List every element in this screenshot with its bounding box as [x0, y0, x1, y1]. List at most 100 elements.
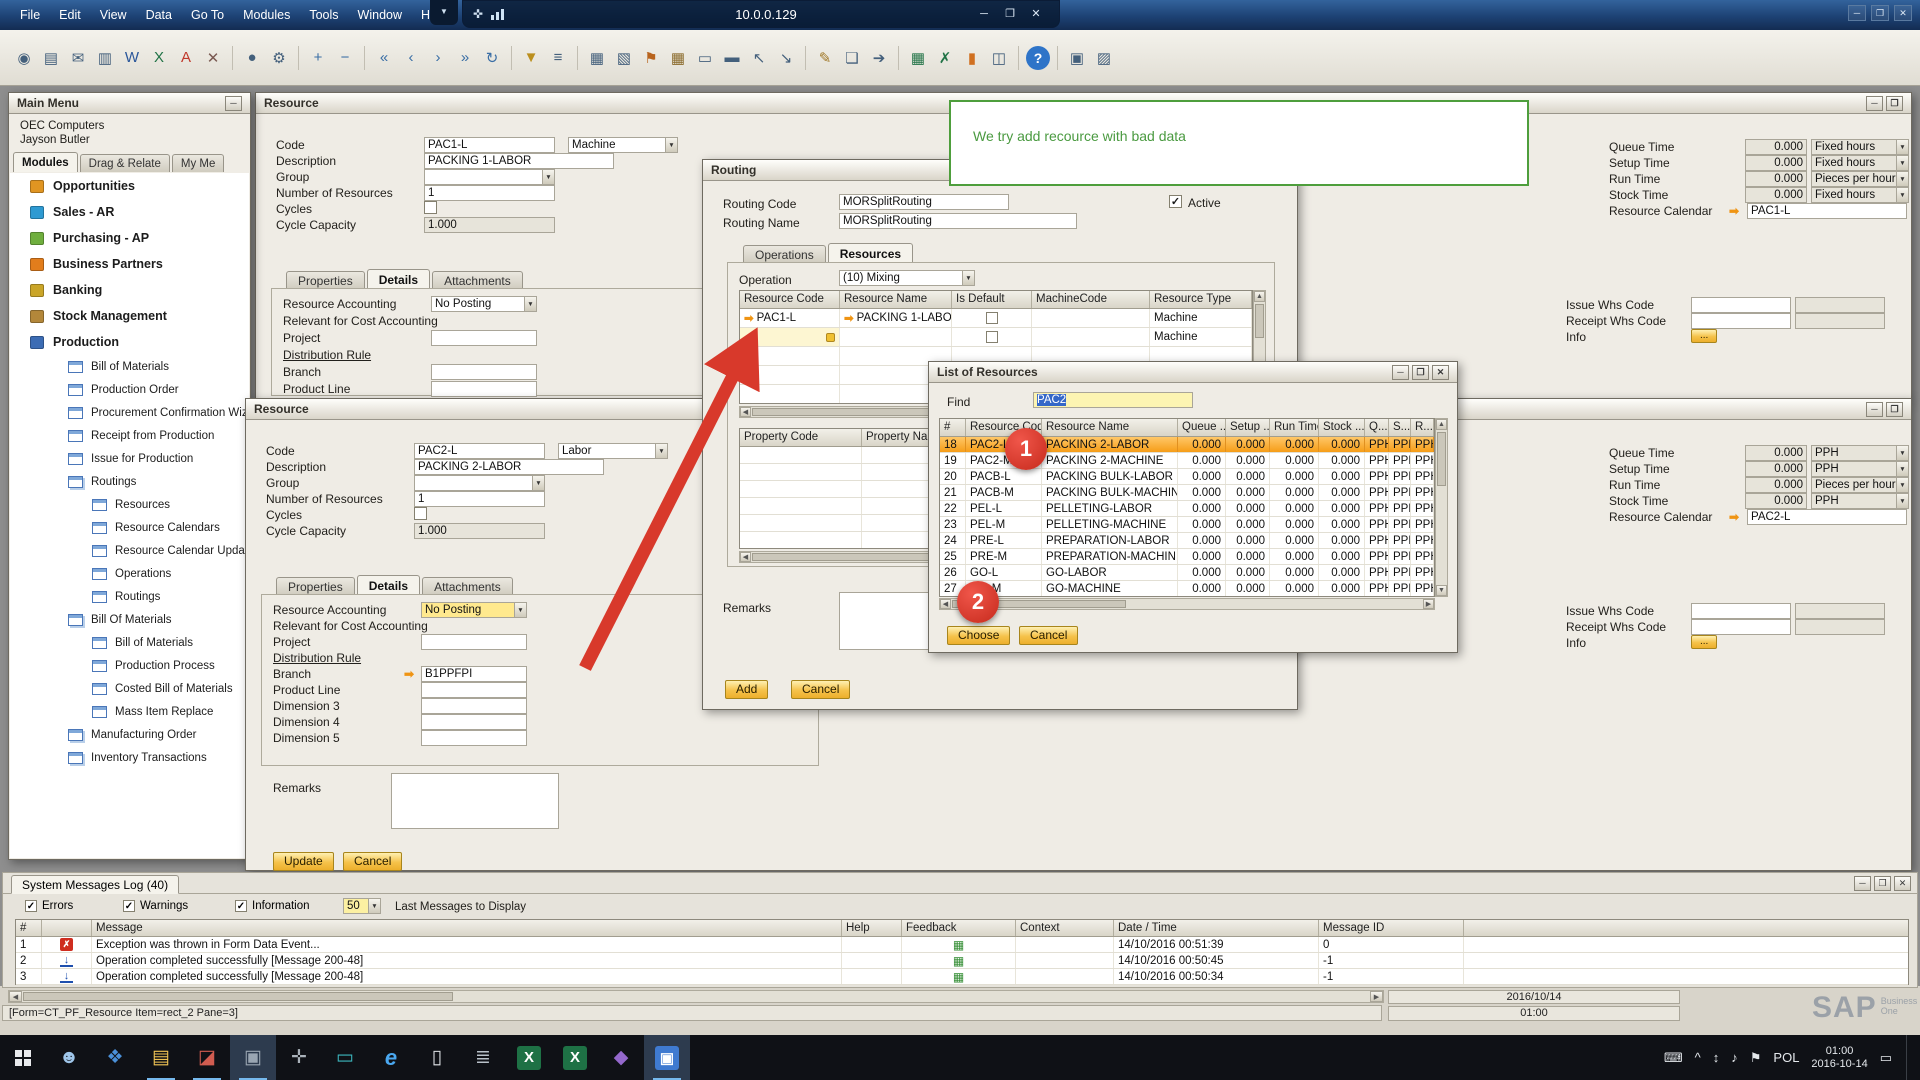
export-excel-icon[interactable]: X — [147, 46, 171, 70]
empty-cell[interactable] — [740, 532, 862, 548]
chevron-down-icon[interactable]: ▼ — [1896, 461, 1909, 477]
scroll-down-icon[interactable]: ▼ — [1436, 585, 1447, 596]
alert-icon[interactable]: ⚑ — [639, 46, 663, 70]
column-header-resource-name[interactable]: Resource Name — [1042, 419, 1178, 436]
maximize-button[interactable]: ❐ — [1886, 96, 1903, 111]
message-row[interactable]: 1✗Exception was thrown in Form Data Even… — [16, 937, 1908, 953]
machine-code-cell[interactable] — [1032, 328, 1150, 346]
taskbar-file-explorer-icon[interactable]: ▤ — [138, 1035, 184, 1080]
sidebar-item-issue-for-production[interactable]: Issue for Production — [10, 447, 249, 470]
context-cell[interactable] — [1016, 937, 1114, 952]
link-arrow-icon[interactable]: ➡ — [1729, 203, 1739, 219]
form-settings-icon[interactable]: ⚙ — [267, 46, 291, 70]
run-time-unit-combo[interactable]: Pieces per hour▼ — [1811, 171, 1909, 187]
sidebar-module-stock-management[interactable]: Stock Management — [10, 303, 249, 329]
flag-icon[interactable]: ⚑ — [1750, 1050, 1762, 1066]
info-more-button[interactable]: ... — [1691, 329, 1717, 343]
column-header-setup[interactable]: Setup ... — [1226, 419, 1270, 436]
feedback-cell[interactable]: ▦ — [902, 937, 1016, 952]
query-manager-icon[interactable]: ▦ — [585, 46, 609, 70]
language-indicator[interactable]: POL — [1773, 1050, 1799, 1065]
calendar-icon[interactable]: ▦ — [666, 46, 690, 70]
tab-properties[interactable]: Properties — [286, 271, 365, 289]
column-header-machinecode[interactable]: MachineCode — [1032, 291, 1150, 308]
last-record-icon[interactable]: » — [453, 46, 477, 70]
taskbar-backup-icon[interactable]: ▣ — [644, 1035, 690, 1080]
scroll-left-icon[interactable]: ◀ — [9, 991, 22, 1002]
chevron-down-icon[interactable]: ▼ — [514, 602, 527, 618]
setup-time-unit-combo[interactable]: Fixed hours▼ — [1811, 155, 1909, 171]
feedback-icon[interactable]: ▦ — [953, 970, 964, 984]
close-button[interactable]: ✕ — [1432, 365, 1449, 380]
taskbar-device-manager-icon[interactable]: ≣ — [460, 1035, 506, 1080]
chevron-up-icon[interactable]: ^ — [1695, 1050, 1701, 1065]
is-default-cell[interactable] — [952, 309, 1032, 327]
table-row[interactable]: ➡PAC1-L➡PACKING 1-LABORMachine — [740, 309, 1252, 328]
find-input[interactable]: PAC2 — [1033, 392, 1193, 408]
app-close-button[interactable]: ✕ — [1894, 5, 1912, 21]
column-header-x[interactable]: # — [940, 419, 966, 436]
empty-cell[interactable] — [740, 464, 862, 480]
default-checkbox[interactable] — [986, 331, 998, 343]
taskbar-sap-logon-icon[interactable]: ◪ — [184, 1035, 230, 1080]
column-header-run-time[interactable]: Run Time — [1270, 419, 1319, 436]
chevron-down-icon[interactable]: ▼ — [1896, 477, 1909, 493]
chevron-down-icon[interactable]: ▼ — [542, 169, 555, 185]
scroll-thumb[interactable] — [1255, 304, 1264, 338]
cancel-button[interactable]: Cancel — [343, 852, 402, 871]
chart-icon[interactable]: ▮ — [960, 46, 984, 70]
menu-file[interactable]: File — [20, 8, 40, 22]
taskbar-internet-explorer-icon[interactable]: e — [368, 1035, 414, 1080]
tab-resources[interactable]: Resources — [828, 243, 913, 263]
project-field[interactable] — [421, 634, 527, 650]
sidebar-item-operations[interactable]: Operations — [10, 562, 249, 585]
resource-code-cell[interactable] — [740, 328, 840, 346]
taskbar-system-tools-icon[interactable]: ✛ — [276, 1035, 322, 1080]
resource-name-cell[interactable] — [840, 328, 952, 346]
run-time-value[interactable]: 0.000 — [1745, 171, 1807, 187]
sidebar-item-manufacturing-order[interactable]: Manufacturing Order — [10, 723, 249, 746]
column-header-resource-code[interactable]: Resource Code — [740, 291, 840, 308]
link-arrow-icon[interactable]: ➡ — [404, 666, 414, 682]
message-row[interactable]: 3↓Operation completed successfully [Mess… — [16, 969, 1908, 985]
sidebar-module-banking[interactable]: Banking — [10, 277, 249, 303]
remove-row-icon[interactable]: − — [333, 46, 357, 70]
pin-icon[interactable]: ✜ — [473, 7, 483, 21]
menu-tools[interactable]: Tools — [309, 8, 338, 22]
number-of-resources-field[interactable]: 1 — [424, 185, 555, 201]
dialog-cancel-button[interactable]: Cancel — [1019, 626, 1078, 645]
context-cell[interactable] — [1016, 969, 1114, 984]
taskbar-sap-business-one-icon[interactable]: ▣ — [230, 1035, 276, 1080]
system-messages-tab[interactable]: System Messages Log (40) — [11, 875, 179, 894]
chevron-down-icon[interactable]: ▼ — [1896, 493, 1909, 509]
column-header-queue[interactable]: Queue ... — [1178, 419, 1226, 436]
resource-calendar-field[interactable]: PAC1-L — [1747, 203, 1907, 219]
empty-cell[interactable] — [740, 515, 862, 531]
chevron-down-icon[interactable]: ▼ — [532, 475, 545, 491]
chevron-down-icon[interactable]: ▼ — [1896, 445, 1909, 461]
document-flow-icon[interactable]: ➔ — [867, 46, 891, 70]
menu-edit[interactable]: Edit — [59, 8, 81, 22]
rdp-close-button[interactable]: ✕ — [1023, 4, 1049, 24]
stock-time-unit-combo[interactable]: Fixed hours▼ — [1811, 187, 1909, 203]
feedback-cell[interactable]: ▦ — [902, 969, 1016, 984]
errors-checkbox[interactable]: ✓ — [25, 900, 37, 912]
link-arrow-icon[interactable]: ➡ — [844, 311, 854, 325]
column-header-resource-name[interactable]: Resource Name — [840, 291, 952, 308]
empty-cell[interactable] — [740, 481, 862, 497]
info-more-button[interactable]: ... — [1691, 635, 1717, 649]
minimize-button[interactable]: ─ — [1854, 876, 1871, 891]
message-cell[interactable]: Exception was thrown in Form Data Event.… — [92, 937, 842, 952]
scroll-thumb[interactable] — [1437, 432, 1446, 486]
resource-list-row[interactable]: 22PEL-LPELLETING-LABOR0.0000.0000.0000.0… — [940, 501, 1434, 517]
resource-type-combo[interactable]: Machine▼ — [568, 137, 678, 153]
resource-accounting-combo[interactable]: No Posting▼ — [431, 296, 537, 312]
remarks-box[interactable] — [391, 773, 559, 829]
resource-list-row[interactable]: 27GO-MGO-MACHINE0.0000.0000.0000.000PPHP… — [940, 581, 1434, 597]
sidebar-item-routings[interactable]: Routings — [10, 470, 249, 493]
setup-time-value[interactable]: 0.000 — [1745, 155, 1807, 171]
taskbar-remote-monitor-icon[interactable]: ▭ — [322, 1035, 368, 1080]
user-settings-icon[interactable]: ▣ — [1065, 46, 1089, 70]
sidebar-module-business-partners[interactable]: Business Partners — [10, 251, 249, 277]
sidebar-item-bill-of-materials[interactable]: Bill Of Materials — [10, 608, 249, 631]
